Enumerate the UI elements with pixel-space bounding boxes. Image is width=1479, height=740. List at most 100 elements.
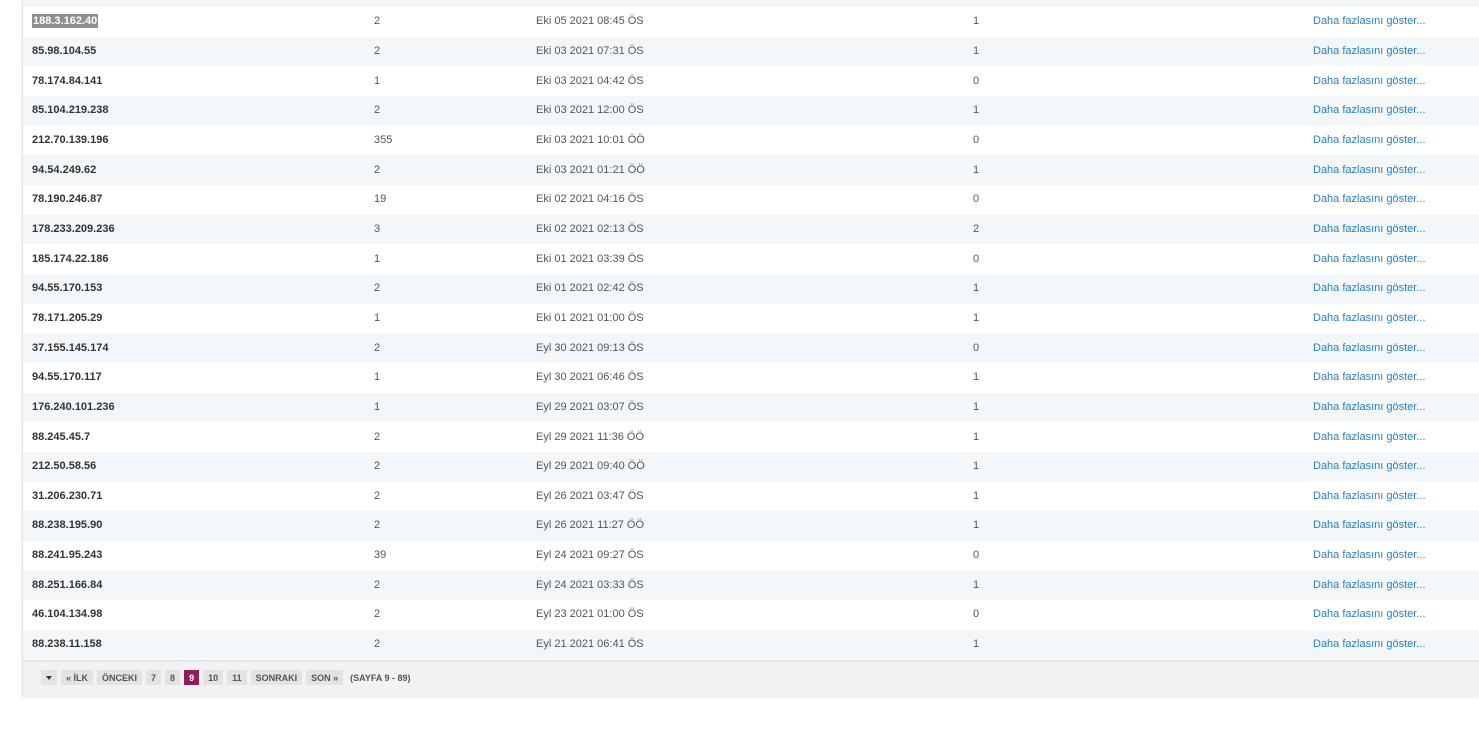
value-cell: 0: [965, 66, 1305, 96]
show-more-link[interactable]: Daha fazlasını göster...: [1305, 273, 1479, 304]
previous-page-button[interactable]: ÖNCEKI: [97, 670, 143, 685]
ip-address: 212.70.139.196: [32, 133, 109, 146]
value-cell: 1: [965, 511, 1305, 541]
show-more-link[interactable]: Daha fazlasını göster...: [1305, 7, 1479, 37]
page-7-button[interactable]: 7: [146, 670, 162, 685]
value-cell: 1: [965, 629, 1305, 660]
show-more-link[interactable]: Daha fazlasını göster...: [1305, 95, 1479, 126]
ip-address-cell: 85.98.104.55: [23, 36, 365, 67]
show-more-link[interactable]: Daha fazlasını göster...: [1305, 184, 1479, 215]
ip-address: 78.171.205.29: [32, 311, 103, 324]
count-cell: 2: [365, 600, 536, 630]
ip-address-cell: 176.240.101.236: [23, 392, 365, 423]
show-more-link[interactable]: Daha fazlasını göster...: [1305, 540, 1479, 571]
ip-address: 94.54.249.62: [32, 163, 97, 176]
date-cell: Eyl 26 2021 11:27 ÖÖ: [536, 511, 965, 541]
table-row: 46.104.134.98 2 Eyl 23 2021 01:00 ÖS 0 Daha …: [23, 600, 1479, 630]
page-11-button[interactable]: 11: [227, 670, 247, 685]
show-more-link[interactable]: Daha fazlasını göster...: [1305, 570, 1479, 601]
ip-address: 88.251.166.84: [32, 578, 103, 591]
ip-address-cell: 85.104.219.238: [23, 95, 365, 126]
show-more-link[interactable]: Daha fazlasını göster...: [1305, 66, 1479, 96]
table-row: 78.171.205.29 1 Eki 01 2021 01:00 ÖS 1 Daha …: [23, 303, 1479, 334]
page-10-button[interactable]: 10: [203, 670, 224, 685]
ip-address-cell: 78.190.246.87: [23, 184, 365, 215]
count-cell: 2: [365, 36, 536, 67]
count-cell: 2: [365, 155, 536, 185]
ip-address-cell: 88.238.195.90: [23, 511, 365, 541]
date-cell: Eyl 29 2021 11:36 ÖÖ: [536, 422, 965, 452]
value-cell: 1: [965, 303, 1305, 334]
date-cell: Eyl 29 2021 09:40 ÖÖ: [536, 451, 965, 482]
value-cell: 1: [965, 95, 1305, 126]
show-more-link[interactable]: Daha fazlasını göster...: [1305, 333, 1479, 363]
count-cell: 2: [365, 7, 536, 37]
table-row: 88.245.45.7 2 Eyl 29 2021 11:36 ÖÖ 1 Daha fa…: [23, 422, 1479, 452]
table-row: 212.50.58.56 2 Eyl 29 2021 09:40 ÖÖ 1 Daha f…: [23, 451, 1479, 482]
count-cell: 1: [365, 66, 536, 96]
first-page-button[interactable]: « İLK: [61, 670, 94, 685]
next-page-button[interactable]: SONRAKI: [250, 670, 303, 685]
pagination: « İLK ÖNCEKI 7 8 9 10 11 SONRAKI SON » (…: [41, 670, 411, 685]
ip-address: 78.190.246.87: [32, 193, 103, 206]
last-page-button[interactable]: SON »: [306, 670, 344, 685]
ip-address-cell: 46.104.134.98: [23, 600, 365, 630]
date-cell: Eki 02 2021 02:13 ÖS: [536, 214, 965, 245]
value-cell: 0: [965, 540, 1305, 571]
table-row: 88.238.195.90 2 Eyl 26 2021 11:27 ÖÖ 1 Daha …: [23, 511, 1479, 541]
value-cell: 1: [965, 36, 1305, 67]
ip-address: 185.174.22.186: [32, 252, 109, 265]
ip-log-table: 188.3.162.40 2 Eki 05 2021 08:45 ÖS 1 Daha f…: [23, 7, 1479, 660]
page-8-button[interactable]: 8: [165, 670, 181, 685]
show-more-link[interactable]: Daha fazlasını göster...: [1305, 155, 1479, 185]
count-cell: 19: [365, 184, 536, 215]
show-more-link[interactable]: Daha fazlasını göster...: [1305, 36, 1479, 67]
table-row: 31.206.230.71 2 Eyl 26 2021 03:47 ÖS 1 Daha …: [23, 481, 1479, 512]
ip-address-cell: 188.3.162.40: [23, 7, 365, 37]
page-size-dropdown-icon[interactable]: [41, 670, 57, 685]
table-row: 88.238.11.158 2 Eyl 21 2021 06:41 ÖS 1 Daha …: [23, 629, 1479, 660]
logs-panel: 188.3.162.40 2 Eki 05 2021 08:45 ÖS 1 Daha f…: [22, 0, 1479, 696]
show-more-link[interactable]: Daha fazlasını göster...: [1305, 214, 1479, 245]
ip-address-cell: 88.245.45.7: [23, 422, 365, 452]
value-cell: 0: [965, 600, 1305, 630]
show-more-link[interactable]: Daha fazlasını göster...: [1305, 511, 1479, 541]
date-cell: Eyl 29 2021 03:07 ÖS: [536, 392, 965, 423]
ip-address: 46.104.134.98: [32, 608, 103, 621]
table-row: 78.174.84.141 1 Eki 03 2021 04:42 ÖS 0 Daha …: [23, 66, 1479, 96]
show-more-link[interactable]: Daha fazlasını göster...: [1305, 392, 1479, 423]
date-cell: Eki 01 2021 02:42 ÖS: [536, 273, 965, 304]
page-info: (SAYFA 9 - 89): [350, 672, 411, 683]
count-cell: 1: [365, 392, 536, 423]
value-cell: 2: [965, 214, 1305, 245]
table-row: 94.55.170.153 2 Eki 01 2021 02:42 ÖS 1 Daha …: [23, 273, 1479, 304]
ip-address-cell: 88.251.166.84: [23, 570, 365, 601]
show-more-link[interactable]: Daha fazlasını göster...: [1305, 362, 1479, 393]
show-more-link[interactable]: Daha fazlasını göster...: [1305, 629, 1479, 660]
ip-address-cell: 78.171.205.29: [23, 303, 365, 334]
show-more-link[interactable]: Daha fazlasını göster...: [1305, 422, 1479, 452]
show-more-link[interactable]: Daha fazlasını göster...: [1305, 451, 1479, 482]
ip-address: 85.98.104.55: [32, 44, 97, 57]
count-cell: 2: [365, 95, 536, 126]
ip-address-cell: 178.233.209.236: [23, 214, 365, 245]
ip-address: 178.233.209.236: [32, 222, 115, 235]
show-more-link[interactable]: Daha fazlasını göster...: [1305, 125, 1479, 156]
show-more-link[interactable]: Daha fazlasını göster...: [1305, 600, 1479, 630]
ip-address-cell: 37.155.145.174: [23, 333, 365, 363]
date-cell: Eki 03 2021 04:42 ÖS: [536, 66, 965, 96]
count-cell: 2: [365, 451, 536, 482]
count-cell: 1: [365, 362, 536, 393]
show-more-link[interactable]: Daha fazlasını göster...: [1305, 481, 1479, 512]
ip-address-cell: 88.238.11.158: [23, 629, 365, 660]
show-more-link[interactable]: Daha fazlasını göster...: [1305, 303, 1479, 334]
date-cell: Eyl 23 2021 01:00 ÖS: [536, 600, 965, 630]
value-cell: 1: [965, 422, 1305, 452]
date-cell: Eki 01 2021 03:39 ÖS: [536, 244, 965, 274]
date-cell: Eki 03 2021 07:31 ÖS: [536, 36, 965, 67]
page-9-button-current[interactable]: 9: [184, 670, 200, 685]
table-footer: « İLK ÖNCEKI 7 8 9 10 11 SONRAKI SON » (…: [23, 660, 1479, 696]
value-cell: 0: [965, 125, 1305, 156]
ip-address: 212.50.58.56: [32, 460, 97, 473]
show-more-link[interactable]: Daha fazlasını göster...: [1305, 244, 1479, 274]
